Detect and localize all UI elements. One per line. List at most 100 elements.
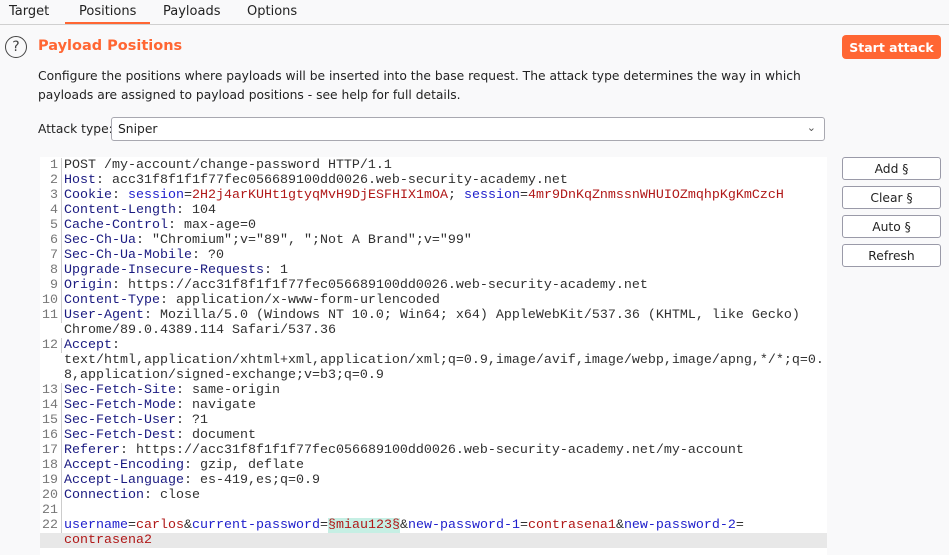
request-line[interactable]: 3 Cookie: session=2H2j4arKUHt1gtyqMvH9DjE… bbox=[40, 188, 827, 203]
tab-payloads[interactable]: Payloads bbox=[163, 4, 220, 19]
request-line[interactable]: 21 bbox=[40, 503, 827, 518]
token-text: : bbox=[112, 338, 120, 353]
token-name: User-Agent bbox=[64, 308, 144, 323]
line-number: 13 bbox=[40, 383, 62, 398]
token-param: current-password bbox=[192, 518, 320, 533]
request-line[interactable]: 6 Sec-Ch-Ua: "Chromium";v="89", ";Not A B… bbox=[40, 233, 827, 248]
token-text: = bbox=[319, 518, 328, 533]
request-line[interactable]: 14 Sec-Fetch-Mode: navigate bbox=[40, 398, 827, 413]
attack-type-label: Attack type: bbox=[38, 122, 113, 136]
token-name: Origin bbox=[64, 278, 112, 293]
token-param: new-password-2 bbox=[623, 518, 736, 533]
request-line[interactable]: Chrome/89.0.4389.114 Safari/537.36 bbox=[40, 323, 827, 338]
request-editor[interactable]: 1 POST /my-account/change-password HTTP/1… bbox=[40, 157, 827, 555]
token-text: 8,application/signed-exchange;v=b3;q=0.9 bbox=[64, 368, 384, 383]
token-text: text/html,application/xhtml+xml,applicat… bbox=[64, 353, 824, 368]
refresh-button[interactable]: Refresh bbox=[842, 244, 941, 267]
token-name: Sec-Fetch-Dest bbox=[64, 428, 176, 443]
request-line[interactable]: 22 username=carlos&current-password=§miau… bbox=[40, 518, 827, 533]
request-line[interactable]: contrasena2 bbox=[40, 533, 827, 548]
tab-target[interactable]: Target bbox=[9, 4, 49, 19]
token-text: : 1 bbox=[263, 263, 288, 278]
request-line[interactable]: 17 Referer: https://acc31f8f1f1f77fec0566… bbox=[40, 443, 827, 458]
token-text: & bbox=[615, 518, 624, 533]
token-name: Cache-Control bbox=[64, 218, 168, 233]
request-line[interactable]: 9 Origin: https://acc31f8f1f1f77fec056689… bbox=[40, 278, 827, 293]
request-line[interactable]: 8 Upgrade-Insecure-Requests: 1 bbox=[40, 263, 827, 278]
token-text: & bbox=[399, 518, 408, 533]
token-name: Content-Type bbox=[64, 293, 160, 308]
token-name: Accept bbox=[64, 338, 112, 353]
token-text: POST /my-account/change-password HTTP/1.… bbox=[64, 158, 392, 173]
token-name: Referer bbox=[64, 443, 120, 458]
token-name: Accept-Encoding bbox=[64, 458, 184, 473]
tab-positions[interactable]: Positions bbox=[65, 4, 151, 24]
request-line[interactable]: 4 Content-Length: 104 bbox=[40, 203, 827, 218]
token-name: Sec-Fetch-User bbox=[64, 413, 176, 428]
line-number: 9 bbox=[40, 278, 62, 293]
line-number: 8 bbox=[40, 263, 62, 278]
request-line[interactable]: 12 Accept: bbox=[40, 338, 827, 353]
line-number: 14 bbox=[40, 398, 62, 413]
description: Configure the positions where payloads w… bbox=[38, 69, 801, 102]
request-line[interactable]: 8,application/signed-exchange;v=b3;q=0.9 bbox=[40, 368, 827, 383]
attack-type-select[interactable]: Sniper ⌄ bbox=[111, 117, 825, 141]
token-text: : https://acc31f8f1f1f77fec056689100dd00… bbox=[120, 443, 744, 458]
line-number: 16 bbox=[40, 428, 62, 443]
token-text: = bbox=[519, 518, 528, 533]
add-marker-button[interactable]: Add § bbox=[842, 157, 941, 180]
request-line[interactable]: 13 Sec-Fetch-Site: same-origin bbox=[40, 383, 827, 398]
token-text: ; bbox=[447, 188, 464, 203]
request-line[interactable]: text/html,application/xhtml+xml,applicat… bbox=[40, 353, 827, 368]
token-text: = bbox=[735, 518, 744, 533]
line-number: 21 bbox=[40, 503, 62, 518]
clear-markers-button[interactable]: Clear § bbox=[842, 186, 941, 209]
request-line[interactable]: 1 POST /my-account/change-password HTTP/1… bbox=[40, 158, 827, 173]
question-circle-icon[interactable]: ? bbox=[5, 36, 27, 58]
token-text: : ?1 bbox=[175, 413, 208, 428]
token-param: new-password-1 bbox=[407, 518, 520, 533]
token-text: : same-origin bbox=[175, 383, 280, 398]
request-line[interactable]: 15 Sec-Fetch-User: ?1 bbox=[40, 413, 827, 428]
token-name: Sec-Ch-Ua bbox=[64, 233, 136, 248]
token-text: : es-419,es;q=0.9 bbox=[183, 473, 320, 488]
request-line[interactable]: 20 Connection: close bbox=[40, 488, 827, 503]
token-text: : application/x-www-form-urlencoded bbox=[159, 293, 440, 308]
token-text: & bbox=[184, 518, 192, 533]
token-name: Sec-Ch-Ua-Mobile bbox=[64, 248, 192, 263]
token-text: : acc31f8f1f1f77fec056689100dd0026.web-s… bbox=[96, 173, 568, 188]
token-text: = bbox=[128, 518, 136, 533]
token-value: contrasena2 bbox=[64, 533, 152, 548]
line-number: 2 bbox=[40, 173, 62, 188]
token-param: session bbox=[463, 188, 520, 203]
token-name: Connection bbox=[64, 488, 144, 503]
token-text: = bbox=[184, 188, 192, 203]
line-number: 20 bbox=[40, 488, 62, 503]
request-line[interactable]: 5 Cache-Control: max-age=0 bbox=[40, 218, 827, 233]
request-line[interactable]: 18 Accept-Encoding: gzip, deflate bbox=[40, 458, 827, 473]
line-number: 17 bbox=[40, 443, 62, 458]
line-number: 3 bbox=[40, 188, 62, 203]
line-number: 11 bbox=[40, 308, 62, 323]
page-title: Payload Positions bbox=[38, 38, 183, 54]
tab-bar: Target Positions Payloads Options bbox=[0, 0, 949, 25]
token-name: Cookie bbox=[64, 188, 112, 203]
request-line[interactable]: 2 Host: acc31f8f1f1f77fec056689100dd0026.… bbox=[40, 173, 827, 188]
auto-markers-button[interactable]: Auto § bbox=[842, 215, 941, 238]
request-line[interactable]: 16 Sec-Fetch-Dest: document bbox=[40, 428, 827, 443]
token-text: : gzip, deflate bbox=[183, 458, 304, 473]
request-line[interactable]: 10 Content-Type: application/x-www-form-u… bbox=[40, 293, 827, 308]
token-text: : https://acc31f8f1f1f77fec056689100dd00… bbox=[112, 278, 648, 293]
token-param: username bbox=[64, 518, 128, 533]
start-attack-button[interactable]: Start attack bbox=[842, 35, 941, 59]
request-line[interactable]: 7 Sec-Ch-Ua-Mobile: ?0 bbox=[40, 248, 827, 263]
token-text: Chrome/89.0.4389.114 Safari/537.36 bbox=[64, 323, 336, 338]
request-line[interactable]: 11 User-Agent: Mozilla/5.0 (Windows NT 10… bbox=[40, 308, 827, 323]
line-number: 10 bbox=[40, 293, 62, 308]
attack-type-value: Sniper bbox=[118, 122, 158, 136]
request-line[interactable]: 19 Accept-Language: es-419,es;q=0.9 bbox=[40, 473, 827, 488]
token-text: : max-age=0 bbox=[167, 218, 256, 233]
tab-options[interactable]: Options bbox=[247, 4, 297, 19]
line-number: 18 bbox=[40, 458, 62, 473]
payload-marker: §miau123§ bbox=[327, 518, 400, 533]
